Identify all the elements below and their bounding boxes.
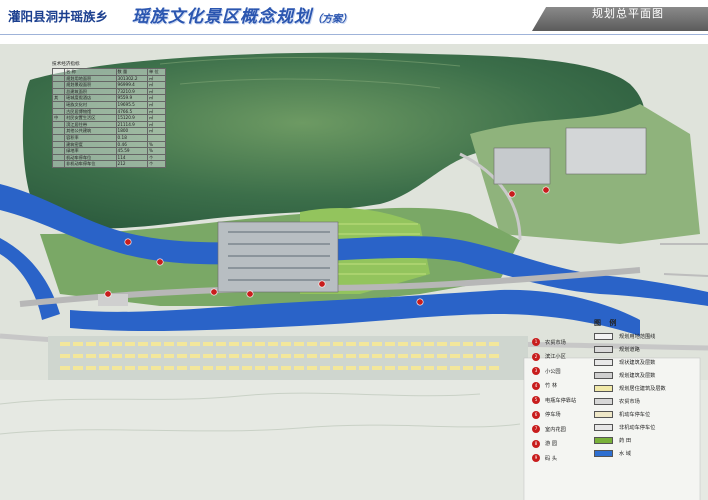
- location-label: 灌阳县洞井瑶族乡: [8, 9, 109, 24]
- map-marker-3: [156, 258, 164, 266]
- map-marker-6: [318, 280, 326, 288]
- map-marker-5: [246, 290, 254, 298]
- map-marker-9: [416, 298, 424, 306]
- map-marker-1: [104, 290, 112, 298]
- header-rule: [0, 34, 708, 35]
- map-marker-7: [508, 190, 516, 198]
- plan-title: 瑶族文化景区概念规划（方案）: [132, 2, 352, 27]
- plan-title-main: 瑶族文化景区概念规划: [132, 7, 312, 27]
- sheet-banner-label: 规划总平面图: [592, 7, 664, 20]
- plan-title-note: （方案）: [312, 14, 352, 25]
- map-marker-4: [124, 238, 132, 246]
- map-markers: [104, 186, 550, 306]
- map-marker-2: [210, 288, 218, 296]
- map-marker-8: [542, 186, 550, 194]
- header: 灌阳县洞井瑶族乡 瑶族文化景区概念规划（方案） 规划总平面图: [0, 0, 708, 34]
